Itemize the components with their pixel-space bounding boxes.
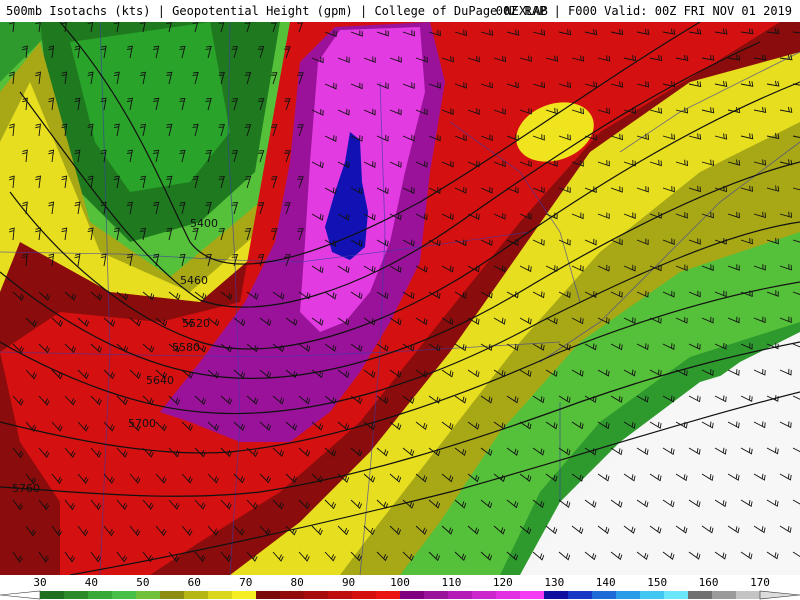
colorbar-swatch xyxy=(376,591,401,599)
colorbar-swatch xyxy=(592,591,617,599)
colorbar-swatch xyxy=(112,591,137,599)
colorbar-swatch xyxy=(472,591,497,599)
colorbar-swatches xyxy=(0,590,800,600)
colorbar-swatch xyxy=(280,591,305,599)
colorbar-swatch xyxy=(640,591,665,599)
map-panel: 5400 5460 5520 5580 5640 5700 5760 xyxy=(0,22,800,575)
contour-label: 5520 xyxy=(182,317,210,330)
model-valid-time: 00Z RAP | F000 Valid: 00Z FRI NOV 01 201… xyxy=(495,4,792,18)
colorbar-swatch xyxy=(184,591,209,599)
colorbar-swatch xyxy=(400,591,425,599)
colorbar-tick-label: 130 xyxy=(544,576,565,589)
colorbar-swatch xyxy=(688,591,713,599)
contour-label: 5640 xyxy=(146,374,174,387)
colorbar-tick-label: 140 xyxy=(595,576,616,589)
colorbar-swatch xyxy=(544,591,569,599)
colorbar-tick-label: 30 xyxy=(33,576,47,589)
colorbar-swatch xyxy=(520,591,545,599)
colorbar-swatch xyxy=(352,591,377,599)
colorbar-tick-label: 160 xyxy=(698,576,719,589)
colorbar-arrow-right xyxy=(759,590,800,600)
map-title: 500mb Isotachs (kts) | Geopotential Heig… xyxy=(6,4,548,18)
contour-label: 5580 xyxy=(172,341,200,354)
colorbar-tick-label: 100 xyxy=(390,576,410,589)
contour-label: 5400 xyxy=(190,217,218,230)
colorbar-swatch xyxy=(328,591,353,599)
colorbar-swatch xyxy=(616,591,641,599)
colorbar-swatch xyxy=(208,591,233,599)
colorbar-swatch xyxy=(568,591,593,599)
colorbar-tick-label: 120 xyxy=(492,576,513,589)
contour-label: 5700 xyxy=(128,417,156,430)
colorbar-tick-label: 50 xyxy=(136,576,150,589)
colorbar-swatch xyxy=(64,591,89,599)
colorbar-swatch xyxy=(736,591,761,599)
colorbar-tick-label: 40 xyxy=(84,576,99,589)
colorbar-swatch xyxy=(232,591,257,599)
colorbar-tick-label: 80 xyxy=(290,576,304,589)
contour-label: 5460 xyxy=(180,274,208,287)
map-header: 500mb Isotachs (kts) | Geopotential Heig… xyxy=(0,0,800,22)
wind-speed-map: 5400 5460 5520 5580 5640 5700 5760 xyxy=(0,22,800,575)
colorbar-swatch xyxy=(40,591,65,599)
colorbar-tick-label: 170 xyxy=(750,576,770,589)
colorbar-swatch xyxy=(664,591,689,599)
colorbar-tick-label: 110 xyxy=(441,576,462,589)
colorbar-swatch xyxy=(448,591,473,599)
colorbar-swatch xyxy=(424,591,449,599)
colorbar-tick-label: 150 xyxy=(647,576,668,589)
colorbar-tick-label: 60 xyxy=(187,576,201,589)
colorbar-tick-label: 90 xyxy=(341,576,356,589)
colorbar xyxy=(0,590,800,600)
colorbar-swatch xyxy=(496,591,521,599)
colorbar-swatch xyxy=(136,591,161,599)
colorbar-swatch xyxy=(712,591,737,599)
colorbar-swatch xyxy=(88,591,113,599)
colorbar-swatch xyxy=(304,591,329,599)
colorbar-tick-label: 70 xyxy=(239,576,253,589)
colorbar-swatch xyxy=(256,591,281,599)
colorbar-labels: 30 40 50 60 70 80 90 100 110 120 130 140 150 160 170 xyxy=(0,575,800,590)
colorbar-swatch xyxy=(160,591,185,599)
colorbar-arrow-left xyxy=(0,590,41,600)
contour-label: 5760 xyxy=(12,482,40,495)
